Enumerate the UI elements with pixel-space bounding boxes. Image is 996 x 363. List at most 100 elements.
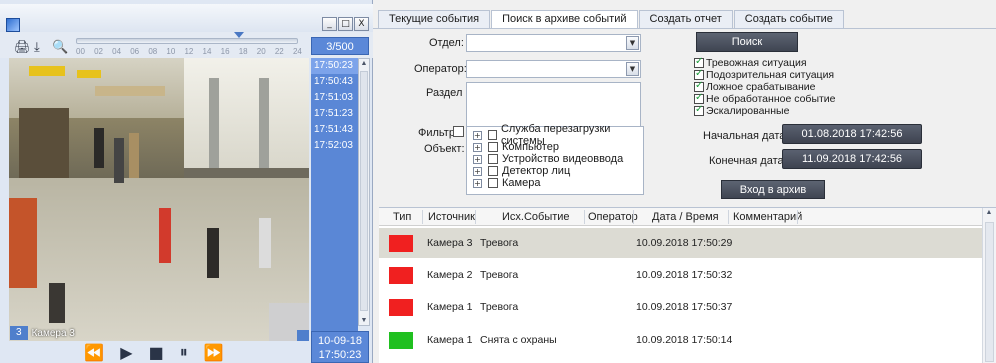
event-time-list: 17:50:23 17:50:43 17:51:03 17:51:23 17:51:43…	[311, 58, 358, 341]
tab-divider	[373, 28, 996, 29]
expand-icon[interactable]: +	[473, 166, 482, 176]
status-indicator	[389, 235, 413, 252]
event-type-option[interactable]: Тревожная ситуация	[694, 56, 836, 69]
start-date-label: Начальная дата:	[703, 130, 789, 142]
zoom-icon[interactable]: 🔍	[52, 40, 68, 55]
tab-current-events[interactable]: Текущие события	[378, 10, 491, 28]
rewind-icon[interactable]: ⏪	[84, 343, 104, 362]
fast-forward-icon[interactable]: ⏩	[204, 343, 224, 362]
expand-icon[interactable]: +	[473, 142, 482, 152]
checkbox[interactable]	[694, 56, 704, 68]
col-operator[interactable]: Оператор	[588, 211, 638, 223]
play-icon[interactable]: ▶	[120, 343, 132, 362]
scroll-thumb[interactable]	[360, 71, 368, 311]
table-row[interactable]: Камера 1 Снята с охраны 10.09.2018 17:50:1…	[379, 325, 982, 355]
time-list-item[interactable]: 17:50:23	[311, 58, 358, 74]
checkbox[interactable]	[694, 80, 704, 92]
tree-item[interactable]: + Служба перезагрузки системы	[467, 123, 643, 147]
end-date-field[interactable]: 11.09.2018 17:42:56	[782, 149, 922, 169]
event-type-label: Подозрительная ситуация	[706, 69, 835, 81]
scroll-thumb[interactable]	[985, 222, 994, 362]
time-list-item[interactable]: 17:51:03	[311, 90, 358, 106]
col-event[interactable]: Исх.Событие	[502, 211, 570, 223]
section-label: Раздел	[426, 87, 463, 99]
tree-item-checkbox[interactable]	[488, 166, 498, 176]
tree-item-checkbox[interactable]	[488, 142, 498, 152]
close-button[interactable]: X	[354, 17, 369, 31]
expand-icon[interactable]: +	[473, 178, 482, 188]
cell-event: Тревога	[480, 237, 519, 249]
start-date-field[interactable]: 01.08.2018 17:42:56	[782, 124, 922, 144]
stop-icon[interactable]: ■	[149, 343, 164, 362]
time-list-scrollbar[interactable]: ▲ ▼	[358, 58, 370, 326]
end-date-label: Конечная дата:	[709, 155, 787, 167]
print-icon[interactable]: 🖨	[14, 40, 31, 55]
expand-icon[interactable]: +	[473, 130, 482, 140]
video-view[interactable]	[9, 58, 309, 341]
timeline-track[interactable]	[76, 38, 298, 44]
airport-sign	[95, 86, 165, 96]
table-row[interactable]: Камера 1 Тревога 10.09.2018 17:50:37	[379, 292, 982, 322]
checkbox[interactable]	[694, 92, 704, 104]
camera-label: 3 Камера 3	[10, 326, 75, 340]
chevron-down-icon[interactable]: ▼	[626, 62, 639, 76]
col-datetime[interactable]: Дата / Время	[652, 211, 719, 223]
checkbox[interactable]	[694, 68, 704, 80]
cell-datetime: 10.09.2018 17:50:29	[636, 237, 733, 249]
person	[114, 138, 124, 183]
time-list-item[interactable]: 17:52:03	[311, 138, 358, 154]
minimize-button[interactable]: _	[322, 17, 337, 31]
pause-icon[interactable]: ⏸	[180, 342, 188, 362]
chevron-down-icon[interactable]: ▼	[626, 36, 639, 50]
tree-item[interactable]: + Устройство видеоввода	[467, 153, 643, 165]
expand-icon[interactable]: +	[473, 154, 482, 164]
operator-select[interactable]: ▼	[466, 60, 641, 78]
timeline-tick: 18	[238, 47, 248, 56]
airport-sign	[77, 70, 101, 78]
tree-item[interactable]: + Камера	[467, 177, 643, 189]
event-type-option[interactable]: Не обработанное событие	[694, 92, 836, 105]
table-row[interactable]: Камера 2 Тревога 10.09.2018 17:50:32	[379, 260, 982, 290]
tab-archive-search[interactable]: Поиск в архиве событий	[491, 10, 638, 29]
time-list-item[interactable]: 17:50:43	[311, 74, 358, 90]
tab-create-report[interactable]: Создать отчет	[638, 10, 733, 28]
camera-name: Камера 3	[31, 327, 75, 339]
menu-icon[interactable]	[297, 330, 309, 341]
event-type-option[interactable]: Ложное срабатывание	[694, 80, 836, 93]
col-source[interactable]: Источник	[428, 211, 475, 223]
person	[259, 218, 271, 268]
stand	[9, 198, 37, 288]
tree-item[interactable]: + Детектор лиц	[467, 165, 643, 177]
tab-create-event[interactable]: Создать событие	[733, 10, 844, 28]
section-list[interactable]	[466, 82, 641, 128]
current-datetime: 10-09-18 17:50:23	[311, 331, 369, 363]
cell-event: Снята с охраны	[480, 334, 557, 346]
timeline-thumb[interactable]	[234, 32, 244, 38]
filter-checkbox[interactable]	[453, 126, 464, 137]
timeline-tick: 10	[166, 47, 176, 56]
archive-entry-button[interactable]: Вход в архив	[721, 180, 825, 199]
tree-item-checkbox[interactable]	[487, 130, 497, 140]
tree-item-checkbox[interactable]	[488, 154, 498, 164]
table-row[interactable]: Камера 3 Тревога 10.09.2018 17:50:29	[379, 228, 982, 258]
maximize-button[interactable]: □	[338, 17, 353, 31]
tree-item-checkbox[interactable]	[488, 178, 498, 188]
scroll-up-icon[interactable]: ▲	[360, 59, 368, 68]
download-icon[interactable]: ⤓	[34, 40, 40, 55]
col-comment[interactable]: Комментарий	[733, 211, 802, 223]
scroll-down-icon[interactable]: ▼	[360, 316, 368, 325]
col-type[interactable]: Тип	[393, 211, 411, 223]
scroll-up-icon[interactable]: ▲	[985, 208, 993, 217]
grid-scrollbar[interactable]: ▲	[982, 208, 996, 363]
checkbox[interactable]	[694, 104, 704, 116]
time-list-item[interactable]: 17:51:43	[311, 122, 358, 138]
tree-item-label: Компьютер	[502, 141, 559, 153]
search-button[interactable]: Поиск	[696, 32, 798, 52]
timeline-tick: 12	[184, 47, 194, 56]
event-type-option[interactable]: Подозрительная ситуация	[694, 68, 836, 81]
event-type-checklist: Тревожная ситуацияПодозрительная ситуаци…	[694, 56, 836, 117]
department-select[interactable]: ▼	[466, 34, 641, 52]
time-list-item[interactable]: 17:51:23	[311, 106, 358, 122]
timeline-slider[interactable]: 00 02 04 06 08 10 12 14 16 18 20 22 24	[76, 32, 302, 57]
event-type-option[interactable]: Эскалированные	[694, 104, 836, 117]
